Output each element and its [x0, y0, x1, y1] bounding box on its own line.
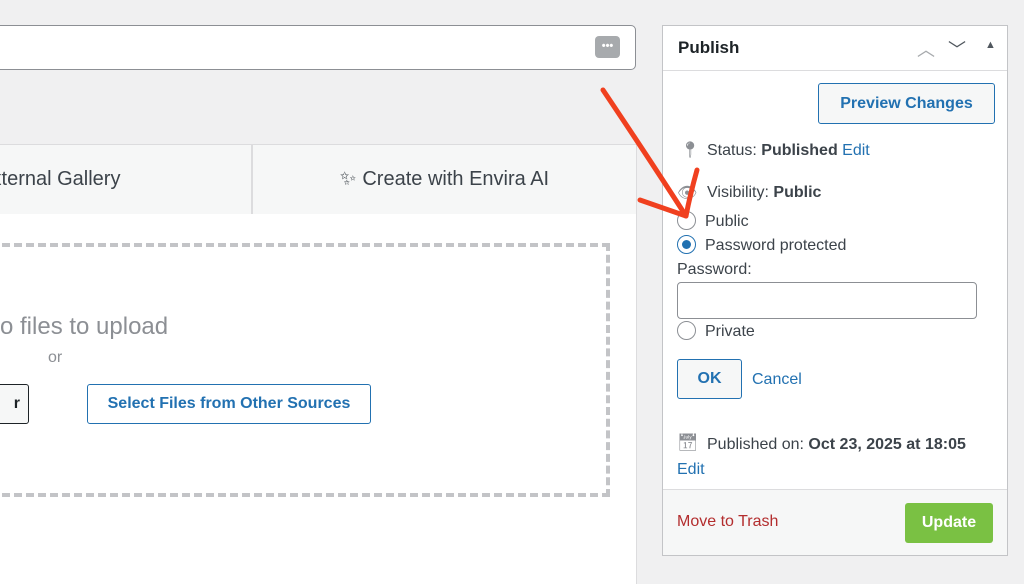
- arrow-shaft: [600, 87, 689, 219]
- annotation-arrow: [600, 87, 700, 219]
